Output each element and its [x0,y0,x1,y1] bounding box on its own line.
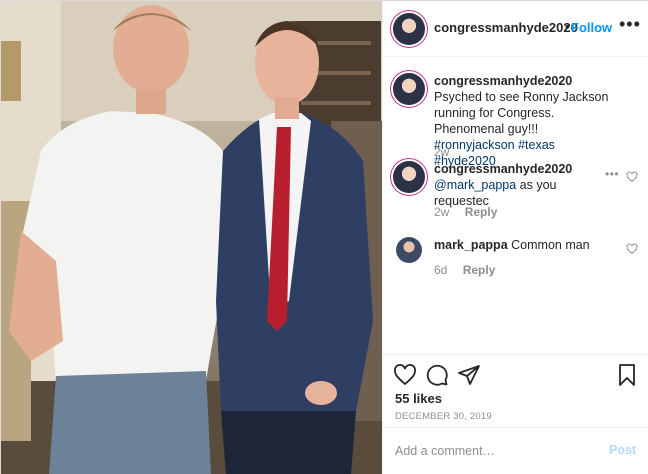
caption-meta: 2w [434,145,449,159]
add-comment-input[interactable] [395,442,595,460]
caption-avatar[interactable] [393,73,425,105]
comment-text: congressmanhyde2020 @mark_pappa as you r… [434,161,599,209]
post-photo [1,1,382,474]
comment-like-heart-icon[interactable] [626,171,638,183]
comment-body: Common man [511,238,590,252]
comment-more-icon[interactable]: ••• [605,167,619,181]
caption-body: Psyched to see Ronny Jackson running for… [434,90,609,136]
comment-username[interactable]: mark_pappa [434,238,508,252]
caption-text: congressmanhyde2020 Psyched to see Ronny… [434,73,620,169]
reply-button[interactable]: Reply [463,263,496,277]
photo-illustration [1,1,382,474]
send-icon[interactable] [457,363,481,387]
comment-age[interactable]: 2w [434,205,449,219]
header-separator: • [565,19,570,34]
comment-item: mark_pappa Common man 6d Reply [383,237,648,287]
author-username[interactable]: congressmanhyde2020 [434,20,578,35]
comment-like-heart-icon[interactable] [626,243,638,255]
author-avatar[interactable] [393,13,425,45]
instagram-post-modal: congressmanhyde2020 • Follow ••• congres… [0,0,648,474]
comment-meta: 6d Reply [434,263,495,277]
heart-icon[interactable] [393,363,417,387]
comment-text: mark_pappa Common man [434,237,620,253]
comment-age[interactable]: 6d [434,263,447,277]
more-options-icon[interactable]: ••• [619,14,641,35]
comment-mention[interactable]: @mark_pappa [434,178,516,192]
comment-username[interactable]: congressmanhyde2020 [434,162,572,176]
caption-username[interactable]: congressmanhyde2020 [434,74,572,88]
comment-item: congressmanhyde2020 @mark_pappa as you r… [383,161,648,221]
post-comment-button[interactable]: Post [609,443,636,457]
comment-meta: 2w Reply [434,205,497,219]
likes-count[interactable]: 55 likes [395,391,442,406]
caption-age[interactable]: 2w [434,145,449,159]
post-date[interactable]: DECEMBER 30, 2019 [395,411,492,422]
reply-button[interactable]: Reply [465,205,498,219]
post-header: congressmanhyde2020 • Follow ••• [383,1,648,57]
follow-button[interactable]: Follow [571,20,612,35]
comment-avatar[interactable] [393,161,425,193]
comment-avatar[interactable] [396,237,422,263]
bookmark-icon[interactable] [615,363,639,387]
post-sidebar: congressmanhyde2020 • Follow ••• congres… [382,1,648,474]
caption: congressmanhyde2020 Psyched to see Ronny… [383,73,648,168]
comment-icon[interactable] [425,363,449,387]
comment-composer: Post [383,427,648,474]
